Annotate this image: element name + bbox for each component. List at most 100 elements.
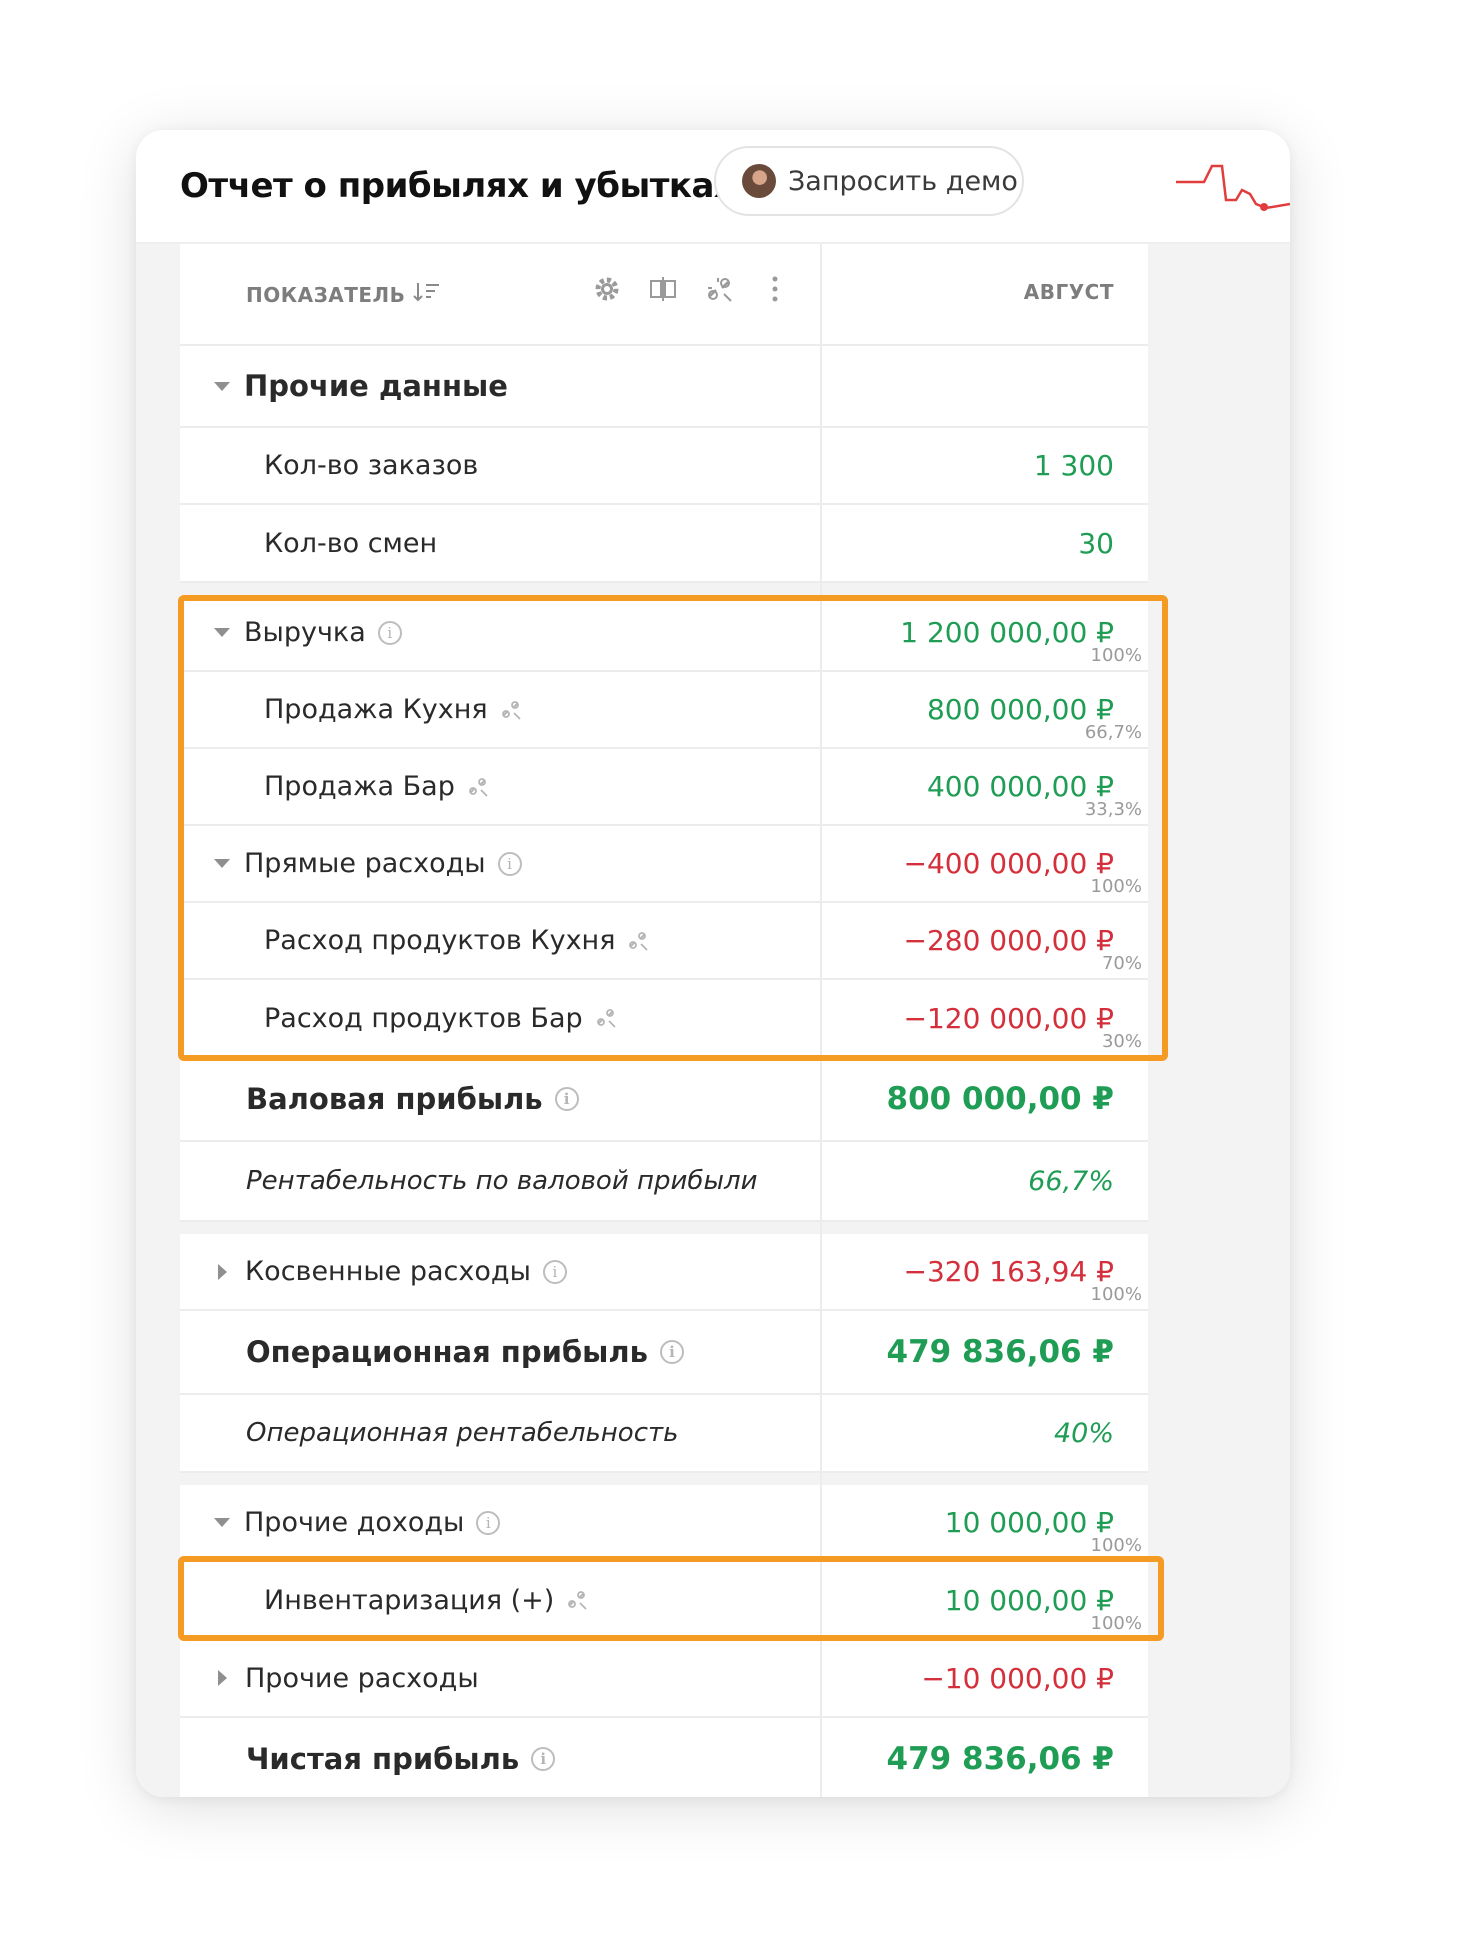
chevron-right-icon[interactable] [218, 1670, 227, 1686]
row-label: Инвентаризация (+) [264, 1584, 555, 1616]
row-label: Расход продуктов Бар [264, 1002, 583, 1034]
section-spacer [180, 1222, 1148, 1234]
avatar [742, 164, 776, 198]
group-row-indirect-costs[interactable]: Косвенные расходы i −320 163,94 ₽ 100% [180, 1234, 1148, 1311]
row-value: 40% [1053, 1417, 1114, 1449]
columns-icon[interactable] [646, 272, 680, 306]
report-header: Отчет о прибылях и убытках Запросить дем… [136, 130, 1290, 244]
row-value: 479 836,06 ₽ [886, 1741, 1115, 1777]
group-row-other-income[interactable]: Прочие доходы i 10 000,00 ₽ 100% [180, 1485, 1148, 1562]
row-label: Косвенные расходы [245, 1256, 531, 1287]
row-label: Прочие доходы [244, 1507, 465, 1538]
summary-row-gross-profit: Валовая прибыль i 800 000,00 ₽ [180, 1058, 1148, 1142]
pnl-table: ПОКАЗАТЕЛЬ АВГУСТ Прочие данные Кол-во з… [180, 244, 1148, 1797]
section-spacer [180, 583, 1148, 595]
row-value: 10 000,00 ₽ [944, 1583, 1114, 1617]
unlink-icon[interactable] [627, 930, 649, 952]
chevron-down-icon[interactable] [214, 381, 230, 391]
row-label: Расход продуктов Кухня [264, 925, 616, 956]
chevron-down-icon[interactable] [214, 1518, 230, 1527]
group-row-revenue[interactable]: Выручка i 1 200 000,00 ₽ 100% [180, 595, 1148, 672]
unlink-icon[interactable] [467, 776, 489, 798]
row-percent: 66,7% [1084, 722, 1142, 743]
info-icon[interactable]: i [531, 1747, 556, 1771]
summary-row-net-profit: Чистая прибыль i 479 836,06 ₽ [180, 1718, 1148, 1797]
row-label: Кол-во заказов [264, 450, 479, 481]
row-percent: 30% [1101, 1031, 1142, 1052]
unlink-icon[interactable] [595, 1007, 617, 1029]
row-value: 1 300 [1033, 449, 1114, 482]
row-percent: 100% [1090, 645, 1142, 666]
group-row-other-expenses[interactable]: Прочие расходы −10 000,00 ₽ [180, 1640, 1148, 1718]
summary-row-operating-profit: Операционная прибыль i 479 836,06 ₽ [180, 1311, 1148, 1395]
chevron-right-icon[interactable] [218, 1263, 227, 1280]
row-label: Рентабельность по валовой прибыли [246, 1166, 758, 1196]
table-row: Инвентаризация (+) 10 000,00 ₽ 100% [180, 1562, 1148, 1640]
report-card: Отчет о прибылях и убытках Запросить дем… [136, 130, 1290, 1797]
column-header-month[interactable]: АВГУСТ [1024, 280, 1114, 304]
left-gutter [136, 244, 180, 1797]
group-row-other-data[interactable]: Прочие данные [180, 346, 1148, 428]
request-demo-button[interactable]: Запросить демо [714, 146, 1024, 216]
row-label: Прочие данные [244, 369, 508, 403]
group-row-direct-costs[interactable]: Прямые расходы i −400 000,00 ₽ 100% [180, 826, 1148, 903]
row-value: −120 000,00 ₽ [903, 1001, 1115, 1035]
section-spacer [180, 1473, 1148, 1485]
row-label: Выручка [244, 617, 366, 648]
chevron-down-icon[interactable] [214, 859, 230, 868]
row-percent: 100% [1090, 1284, 1142, 1305]
info-icon[interactable]: i [476, 1510, 501, 1535]
row-label: Операционная прибыль [246, 1335, 648, 1369]
row-value: 800 000,00 ₽ [886, 1081, 1115, 1117]
row-percent: 100% [1090, 876, 1142, 897]
row-value: 479 836,06 ₽ [886, 1334, 1115, 1370]
row-value: 66,7% [1028, 1165, 1114, 1197]
right-gutter [1148, 244, 1290, 1797]
row-label: Продажа Кухня [264, 694, 488, 725]
unlink-icon[interactable] [702, 272, 736, 306]
sort-icon[interactable] [413, 280, 441, 310]
info-icon[interactable]: i [659, 1340, 684, 1364]
page-title: Отчет о прибылях и убытках [180, 166, 736, 206]
row-value: −400 000,00 ₽ [903, 847, 1115, 880]
sparkline-graph [1176, 164, 1290, 211]
unlink-icon[interactable] [500, 699, 522, 721]
table-row: Продажа Бар 400 000,00 ₽ 33,3% [180, 749, 1148, 826]
row-label: Прочие расходы [245, 1662, 479, 1694]
row-value: 10 000,00 ₽ [944, 1506, 1114, 1539]
row-percent: 100% [1090, 1535, 1142, 1556]
info-icon[interactable]: i [554, 1087, 579, 1111]
table-row: Расход продуктов Кухня −280 000,00 ₽ 70% [180, 903, 1148, 980]
row-percent: 33,3% [1084, 799, 1142, 820]
column-divider [820, 244, 822, 1797]
table-row: Продажа Кухня 800 000,00 ₽ 66,7% [180, 672, 1148, 749]
row-value: 30 [1078, 526, 1114, 560]
header-tools [590, 272, 792, 306]
row-value: −10 000,00 ₽ [921, 1661, 1114, 1695]
gear-icon[interactable] [590, 272, 624, 306]
table-row: Кол-во смен 30 [180, 505, 1148, 583]
info-icon[interactable]: i [542, 1259, 567, 1284]
info-icon[interactable]: i [377, 620, 402, 645]
table-row: Операционная рентабельность 40% [180, 1395, 1148, 1473]
row-percent: 70% [1101, 953, 1142, 974]
unlink-icon[interactable] [566, 1589, 588, 1611]
row-label: Чистая прибыль [246, 1742, 520, 1776]
row-value: 1 200 000,00 ₽ [900, 616, 1114, 649]
chevron-down-icon[interactable] [214, 628, 230, 637]
row-label: Валовая прибыль [246, 1082, 543, 1116]
info-icon[interactable]: i [497, 851, 522, 876]
row-value: −320 163,94 ₽ [903, 1255, 1115, 1288]
row-label: Продажа Бар [264, 771, 455, 802]
row-label: Кол-во смен [264, 527, 438, 559]
row-value: −280 000,00 ₽ [903, 924, 1115, 957]
table-header: ПОКАЗАТЕЛЬ АВГУСТ [180, 244, 1148, 346]
row-percent: 100% [1090, 1613, 1142, 1634]
row-label: Операционная рентабельность [246, 1418, 679, 1448]
request-demo-label: Запросить демо [788, 165, 1018, 197]
row-label: Прямые расходы [244, 848, 486, 879]
more-vertical-icon[interactable] [758, 272, 792, 306]
table-row: Рентабельность по валовой прибыли 66,7% [180, 1142, 1148, 1222]
column-header-indicator[interactable]: ПОКАЗАТЕЛЬ [246, 280, 441, 310]
table-row: Расход продуктов Бар −120 000,00 ₽ 30% [180, 980, 1148, 1058]
